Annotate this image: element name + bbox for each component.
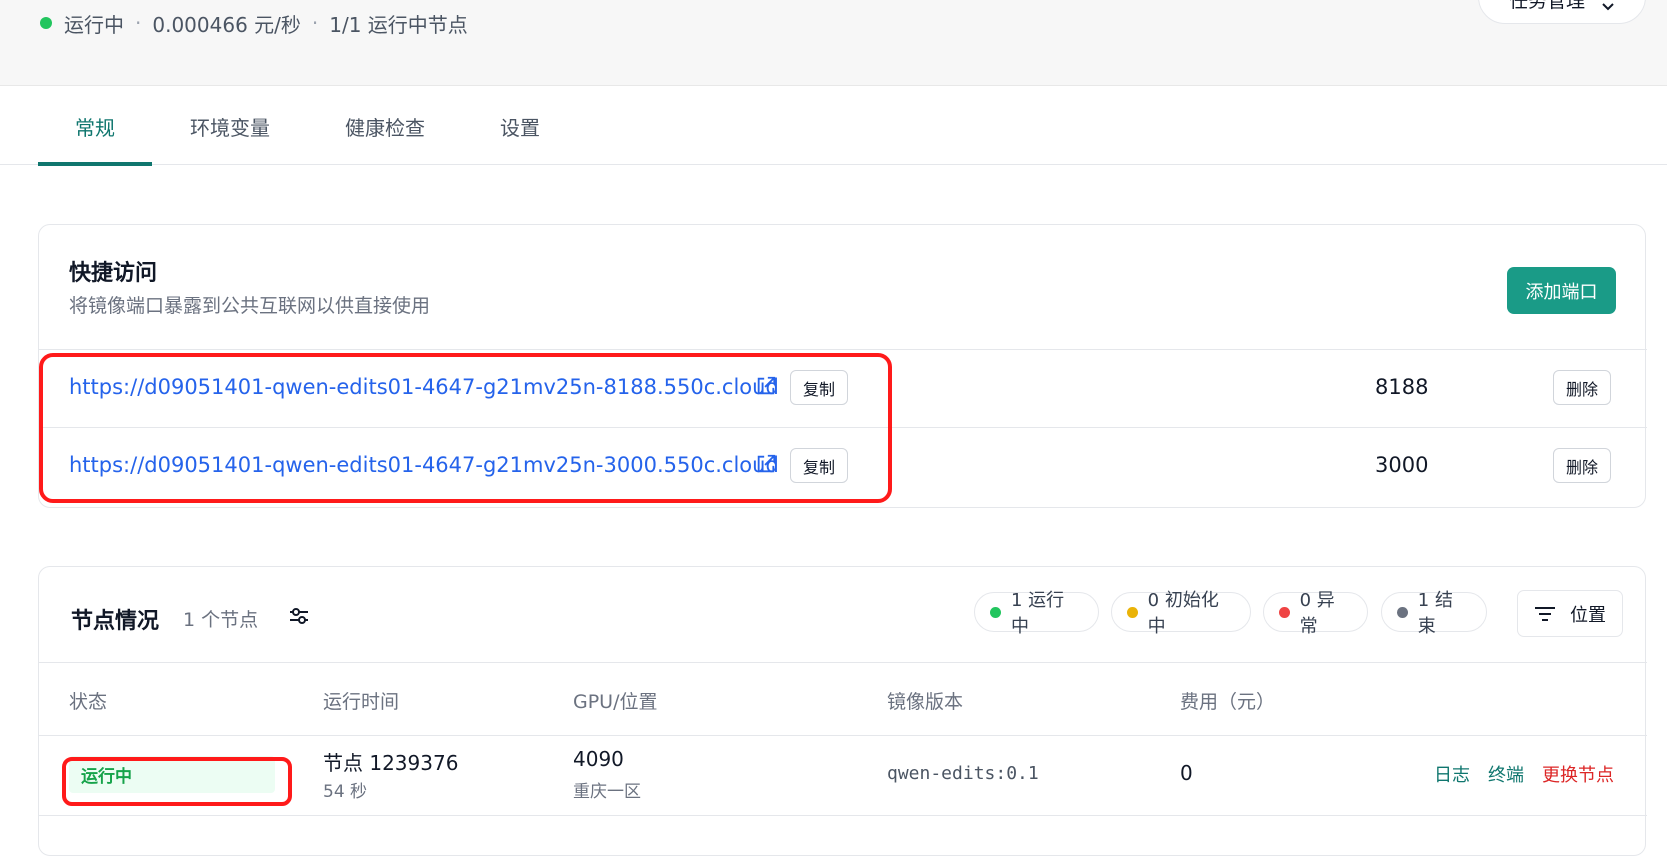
initializing-dot-icon	[1127, 606, 1138, 618]
replace-node-link[interactable]: 更换节点	[1542, 761, 1614, 787]
nodes-running-text: 1/1 运行中节点	[329, 12, 468, 37]
port-number: 3000	[1375, 453, 1429, 477]
external-link-icon[interactable]	[755, 375, 777, 397]
delete-port-button[interactable]: 删除	[1553, 448, 1612, 483]
ended-dot-icon	[1397, 606, 1408, 618]
gpu-model: 4090	[573, 747, 624, 771]
task-manage-button[interactable]: 任务管理	[1478, 0, 1646, 24]
copy-button[interactable]: 复制	[790, 448, 849, 483]
port-url-link[interactable]: https://d09051401-qwen-edits01-4647-g21m…	[69, 453, 779, 477]
column-header: 费用（元）	[1180, 691, 1276, 713]
status-dot-icon	[40, 17, 52, 29]
image-version: qwen-edits:0.1	[887, 763, 1039, 784]
column-header: 镜像版本	[887, 691, 964, 713]
column-header: 运行时间	[323, 691, 400, 713]
separator: ·	[135, 11, 142, 35]
quick-access-subtitle: 将镜像端口暴露到公共互联网以供直接使用	[69, 295, 431, 317]
tab-label: 环境变量	[190, 115, 270, 140]
tab-label: 设置	[500, 115, 540, 140]
external-link-icon[interactable]	[755, 453, 777, 475]
status-pill-ended[interactable]: 1 结束	[1381, 590, 1487, 637]
status-pill-initializing[interactable]: 0 初始化中	[1111, 590, 1251, 637]
status-text: 运行中	[64, 12, 124, 37]
tab-label: 健康检查	[345, 115, 425, 140]
status-pill-running[interactable]: 1 运行中	[974, 590, 1099, 637]
column-header: 状态	[69, 691, 108, 713]
copy-button[interactable]: 复制	[790, 370, 849, 405]
node-id: 节点 1239376	[323, 751, 459, 775]
status-badge: 运行中	[69, 756, 275, 793]
tab-bar: 常规 环境变量 健康检查 设置	[0, 87, 1667, 166]
separator: ·	[311, 11, 319, 35]
quick-access-card: 快捷访问 将镜像端口暴露到公共互联网以供直接使用 添加端口 https://d0…	[38, 224, 1647, 508]
port-row: https://d09051401-qwen-edits01-4647-g21m…	[39, 349, 1647, 427]
tab-health-check[interactable]: 健康检查	[325, 87, 445, 165]
running-dot-icon	[990, 606, 1001, 618]
port-number: 8188	[1375, 375, 1429, 399]
nodes-count: 1 个节点	[183, 609, 259, 631]
top-bar: 运行中 · 0.000466 元/秒 · 1/1 运行中节点 任务管理	[0, 0, 1667, 86]
error-dot-icon	[1279, 606, 1290, 618]
tab-label: 常规	[75, 115, 115, 140]
nodes-title: 节点情况	[71, 609, 160, 634]
port-url-link[interactable]: https://d09051401-qwen-edits01-4647-g21m…	[69, 375, 779, 399]
add-port-button[interactable]: 添加端口	[1507, 267, 1616, 314]
tab-general[interactable]: 常规	[38, 87, 152, 166]
terminal-link[interactable]: 终端	[1488, 761, 1524, 787]
status-line: 运行中 · 0.000466 元/秒 · 1/1 运行中节点	[40, 8, 468, 38]
tab-settings[interactable]: 设置	[480, 87, 560, 165]
task-manage-label: 任务管理	[1508, 0, 1585, 12]
port-row: https://d09051401-qwen-edits01-4647-g21m…	[39, 427, 1647, 505]
column-header: GPU/位置	[573, 691, 658, 713]
position-label: 位置	[1570, 604, 1606, 626]
status-pill-error[interactable]: 0 异常	[1263, 590, 1368, 637]
cost-value: 0	[1180, 761, 1193, 785]
quick-access-title: 快捷访问	[69, 261, 158, 286]
sliders-icon[interactable]	[287, 604, 311, 628]
log-link[interactable]: 日志	[1434, 761, 1470, 787]
chevron-down-icon	[1602, 3, 1614, 11]
uptime: 54 秒	[323, 782, 368, 802]
pill-label: 0 异常	[1299, 590, 1335, 637]
position-sort-button[interactable]: 位置	[1517, 590, 1623, 637]
pill-label: 1 运行中	[1010, 590, 1065, 637]
gpu-location: 重庆一区	[573, 782, 641, 802]
price-text: 0.000466 元/秒	[152, 12, 301, 37]
table-row: 运行中 节点 1239376 54 秒 4090 重庆一区 qwen-edits…	[39, 736, 1647, 816]
pill-label: 0 初始化中	[1147, 590, 1219, 637]
tab-env-vars[interactable]: 环境变量	[170, 87, 290, 165]
pill-label: 1 结束	[1417, 590, 1453, 637]
sort-lines-icon	[1535, 606, 1555, 621]
delete-port-button[interactable]: 删除	[1553, 370, 1612, 405]
nodes-card: 节点情况 1 个节点 1 运行中 0 初始化中 0 异常 1 结束 位置 状态 …	[38, 566, 1647, 856]
table-header: 状态 运行时间 GPU/位置 镜像版本 费用（元）	[39, 662, 1647, 736]
